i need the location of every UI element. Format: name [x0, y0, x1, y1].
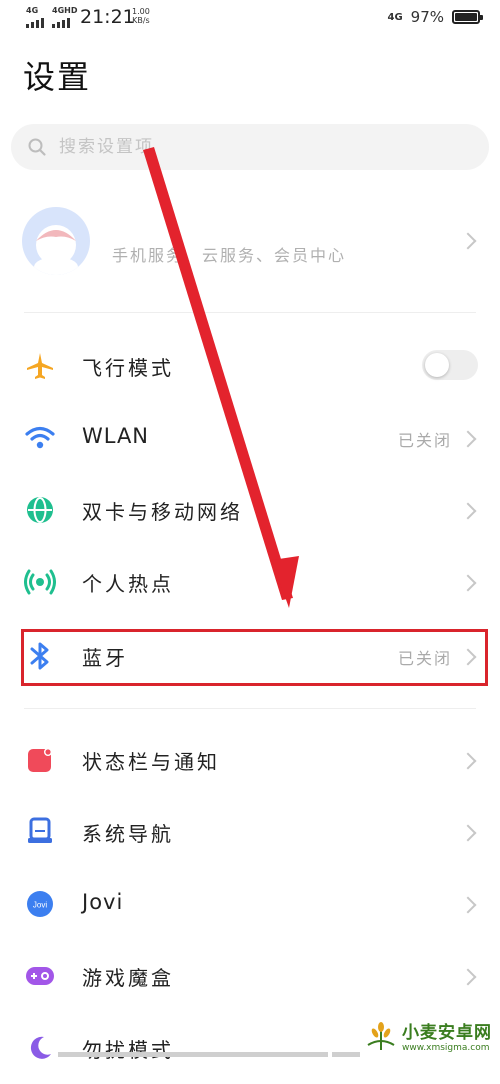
page-title: 设置	[23, 58, 92, 96]
status-bar-notifications-label: 状态栏与通知	[82, 750, 220, 774]
network-speed: 1.00 KB/s	[132, 7, 150, 25]
home-indicator	[332, 1052, 360, 1057]
system-navigation-row[interactable]: 系统导航	[0, 796, 500, 868]
bluetooth-highlight-box	[21, 629, 488, 686]
status-bar-notifications-row[interactable]: 状态栏与通知	[0, 724, 500, 796]
moon-icon	[24, 1032, 56, 1064]
gamepad-icon	[24, 960, 56, 992]
chevron-right-icon	[459, 502, 477, 520]
chevron-right-icon	[459, 752, 477, 770]
airplane-icon	[24, 350, 56, 382]
svg-text:Jovi: Jovi	[33, 901, 47, 910]
airplane-mode-label: 飞行模式	[82, 356, 174, 380]
navigation-icon	[24, 816, 56, 848]
network-type: 4G	[387, 11, 403, 23]
game-box-row[interactable]: 游戏魔盒	[0, 940, 500, 1012]
status-time: 21:21	[80, 6, 135, 28]
search-bar[interactable]	[11, 124, 489, 170]
account-row[interactable]: 手机服务、云服务、会员中心	[0, 200, 500, 284]
chevron-right-icon	[459, 232, 477, 250]
chevron-right-icon	[459, 574, 477, 592]
globe-icon	[24, 494, 56, 526]
wlan-row[interactable]: WLAN 已关闭	[0, 402, 500, 474]
jovi-row[interactable]: Jovi Jovi	[0, 868, 500, 940]
watermark-title: 小麦安卓网	[402, 1023, 492, 1043]
dual-sim-label: 双卡与移动网络	[82, 500, 243, 524]
chevron-right-icon	[459, 896, 477, 914]
battery-percent: 97%	[410, 8, 444, 26]
battery-icon	[452, 10, 483, 24]
divider	[24, 708, 476, 709]
wlan-label: WLAN	[82, 424, 150, 448]
account-services-label: 手机服务、云服务、会员中心	[112, 246, 347, 265]
wlan-status: 已关闭	[397, 431, 452, 450]
sim1-signal-icon: 4G	[26, 6, 44, 28]
chevron-right-icon	[459, 430, 477, 448]
watermark: 小麦安卓网 www.xmsigma.com	[360, 1016, 496, 1055]
do-not-disturb-label: 勿扰模式	[82, 1038, 174, 1062]
hotspot-icon	[24, 566, 56, 598]
divider	[24, 312, 476, 313]
chevron-right-icon	[459, 968, 477, 986]
search-input[interactable]	[57, 136, 441, 158]
wifi-icon	[24, 422, 56, 454]
sim2-signal-icon: 4GHD	[52, 6, 77, 28]
dual-sim-row[interactable]: 双卡与移动网络	[0, 474, 500, 546]
jovi-label: Jovi	[82, 890, 124, 914]
home-indicator	[58, 1052, 328, 1057]
avatar	[22, 207, 90, 275]
wheat-logo-icon	[367, 1021, 395, 1050]
jovi-icon: Jovi	[24, 888, 56, 920]
search-icon	[28, 138, 46, 156]
notification-icon	[24, 744, 56, 776]
hotspot-label: 个人热点	[82, 572, 174, 596]
system-navigation-label: 系统导航	[82, 822, 174, 846]
status-bar: 4G 4GHD 21:21 1.00 KB/s 4G 97%	[0, 0, 500, 36]
airplane-mode-row[interactable]: 飞行模式	[0, 330, 500, 402]
game-box-label: 游戏魔盒	[82, 966, 174, 990]
airplane-mode-toggle[interactable]	[422, 350, 478, 380]
watermark-url: www.xmsigma.com	[402, 1043, 490, 1053]
hotspot-row[interactable]: 个人热点	[0, 546, 500, 618]
chevron-right-icon	[459, 824, 477, 842]
